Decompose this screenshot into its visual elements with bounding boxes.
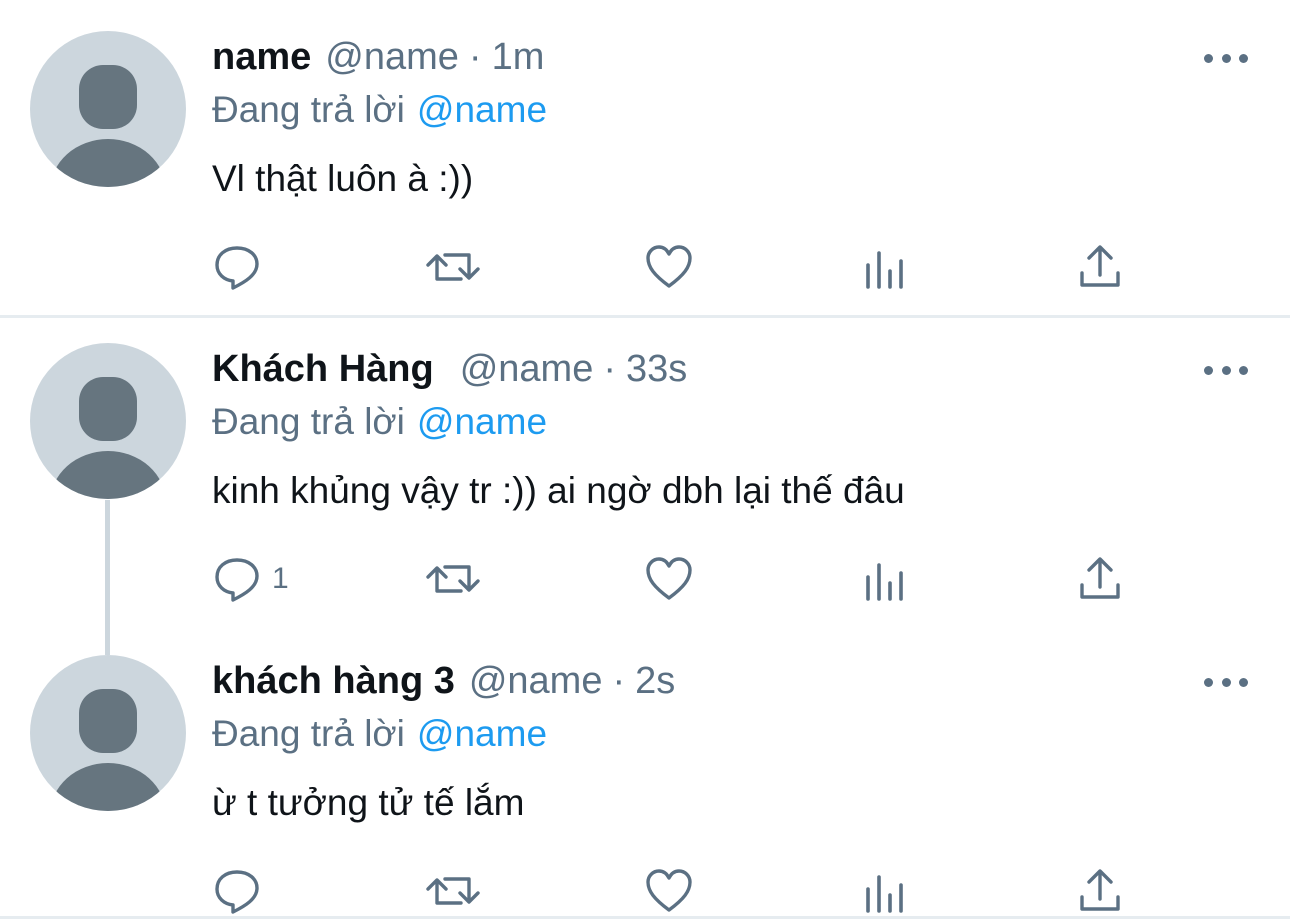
separator-dot: · — [603, 348, 616, 390]
like-button[interactable] — [644, 243, 694, 291]
tweet-actions — [212, 867, 1152, 915]
user-handle[interactable]: @name — [460, 348, 594, 391]
reply-count: 1 — [272, 562, 289, 595]
avatar[interactable] — [30, 655, 186, 811]
like-icon — [646, 557, 692, 600]
replying-mention-link[interactable]: @name — [417, 401, 547, 442]
retweet-button[interactable] — [425, 867, 481, 915]
separator-dot: · — [612, 660, 626, 702]
analytics-icon — [866, 563, 903, 601]
replying-prefix: Đang trả lời — [212, 401, 405, 442]
more-dot — [1221, 677, 1231, 687]
separator-dot: · — [468, 36, 482, 78]
like-icon — [646, 869, 692, 912]
share-button[interactable] — [1078, 867, 1122, 915]
reply-icon — [215, 558, 259, 602]
tweet-header: name @name · 1m — [212, 36, 544, 84]
tweet[interactable]: Khách Hàng @name · 33s Đang trả lời @name… — [0, 318, 1290, 650]
reply-button[interactable] — [212, 867, 272, 915]
reply-icon — [215, 246, 259, 290]
avatar[interactable] — [30, 343, 186, 499]
replying-to: Đang trả lời @name — [212, 89, 547, 131]
replying-to: Đang trả lời @name — [212, 713, 547, 755]
reply-button[interactable] — [212, 243, 272, 291]
timestamp[interactable]: 33s — [626, 348, 687, 391]
retweet-button[interactable] — [425, 555, 481, 603]
like-button[interactable] — [644, 555, 694, 603]
more-dot — [1239, 53, 1248, 63]
analytics-icon — [866, 875, 903, 913]
share-icon — [1080, 245, 1120, 287]
like-icon — [646, 245, 692, 288]
retweet-icon — [426, 565, 480, 593]
more-dot — [1204, 677, 1213, 687]
more-dot — [1239, 365, 1248, 375]
tweet-header: Khách Hàng @name · 33s — [212, 348, 687, 396]
user-handle[interactable]: @name — [469, 660, 603, 703]
more-dot — [1221, 365, 1231, 375]
more-dot — [1204, 365, 1213, 375]
replying-mention-link[interactable]: @name — [417, 713, 547, 754]
tweet-actions — [212, 243, 1152, 291]
default-avatar-icon — [50, 65, 166, 187]
more-icon[interactable] — [1204, 360, 1248, 380]
retweet-icon — [426, 877, 480, 905]
reply-icon — [215, 870, 259, 914]
retweet-button[interactable] — [425, 243, 481, 291]
timestamp[interactable]: 2s — [635, 660, 675, 703]
tweet[interactable]: name @name · 1m Đang trả lời @name Vl thậ… — [0, 0, 1290, 316]
share-icon — [1080, 869, 1120, 911]
replying-mention-link[interactable]: @name — [417, 89, 547, 130]
tweet-text: kinh khủng vậy tr :)) ai ngờ dbh lại thế… — [212, 470, 905, 511]
display-name[interactable]: khách hàng 3 — [212, 660, 455, 703]
more-icon[interactable] — [1204, 672, 1248, 692]
more-icon[interactable] — [1204, 48, 1248, 68]
avatar[interactable] — [30, 31, 186, 187]
user-handle[interactable]: @name — [325, 36, 459, 79]
analytics-button[interactable] — [864, 867, 906, 915]
share-icon — [1080, 557, 1120, 599]
analytics-icon — [866, 251, 903, 289]
retweet-icon — [426, 253, 480, 281]
share-button[interactable] — [1078, 555, 1122, 603]
more-dot — [1239, 677, 1248, 687]
more-dot — [1204, 53, 1213, 63]
analytics-button[interactable] — [864, 555, 906, 603]
default-avatar-icon — [50, 377, 166, 499]
like-button[interactable] — [644, 867, 694, 915]
reply-button[interactable]: 1 — [212, 555, 289, 603]
replying-prefix: Đang trả lời — [212, 713, 405, 754]
analytics-button[interactable] — [864, 243, 906, 291]
more-dot — [1221, 53, 1231, 63]
default-avatar-icon — [50, 689, 166, 811]
tweet-header: khách hàng 3 @name · 2s — [212, 660, 675, 708]
replying-prefix: Đang trả lời — [212, 89, 405, 130]
replying-to: Đang trả lời @name — [212, 401, 547, 443]
share-button[interactable] — [1078, 243, 1122, 291]
display-name[interactable]: name — [212, 36, 311, 79]
tweet-text: Vl thật luôn à :)) — [212, 158, 474, 199]
display-name[interactable]: Khách Hàng — [212, 348, 434, 391]
tweet[interactable]: khách hàng 3 @name · 2s Đang trả lời @nam… — [0, 630, 1290, 919]
timestamp[interactable]: 1m — [492, 36, 545, 79]
tweet-actions: 1 — [212, 555, 1152, 603]
tweet-text: ừ t tưởng tử tế lắm — [212, 782, 525, 823]
